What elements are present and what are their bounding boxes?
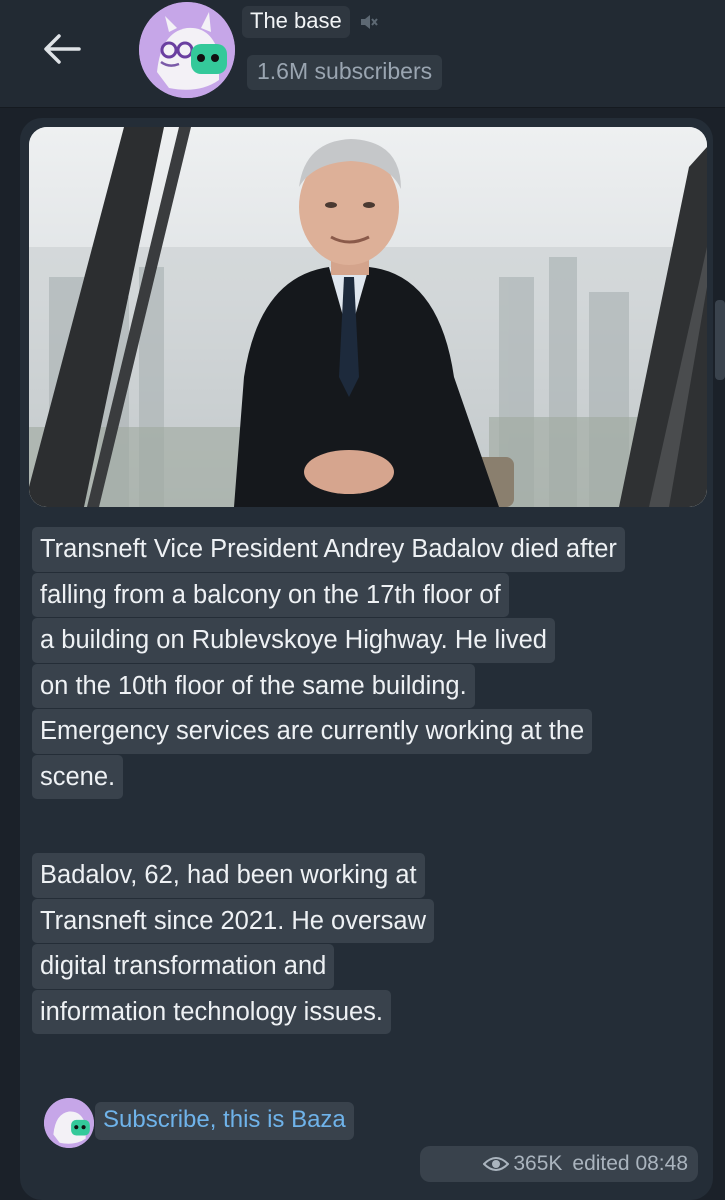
- paragraph-line: falling from a balcony on the 17th floor…: [32, 572, 509, 617]
- paragraph-line: scene.: [32, 754, 124, 799]
- subscribe-link[interactable]: Subscribe, this is Baza: [95, 1102, 354, 1140]
- paragraph-line: Badalov, 62, had been working at: [32, 853, 425, 898]
- view-count-label: 365K: [513, 1152, 563, 1175]
- post-meta: 365K edited 08:48: [420, 1146, 698, 1182]
- paragraph-line: Transneft Vice President Andrey Badalov …: [32, 527, 625, 572]
- channel-avatar-icon: [139, 2, 235, 98]
- scrollbar[interactable]: [715, 300, 725, 380]
- post-photo-image: [29, 127, 707, 507]
- back-button[interactable]: [36, 26, 86, 72]
- paragraph-line: on the 10th floor of the same building.: [32, 663, 475, 708]
- paragraph-line: information technology issues.: [32, 989, 392, 1034]
- paragraph-line: digital transformation and: [32, 944, 335, 989]
- paragraph-line: a building on Rublevskoye Highway. He li…: [32, 618, 555, 663]
- channel-header: The base 1.6M subscribers: [0, 0, 725, 108]
- edited-timestamp: edited 08:48: [572, 1152, 688, 1175]
- footer-avatar[interactable]: [44, 1098, 94, 1148]
- subscriber-count: 1.6M subscribers: [247, 55, 443, 90]
- post-paragraph-2: Badalov, 62, had been working at Transne…: [32, 853, 692, 1035]
- muted-speaker-icon: [361, 15, 378, 29]
- channel-avatar-icon: [44, 1098, 94, 1148]
- paragraph-line: Emergency services are currently working…: [32, 709, 593, 754]
- view-count: 365K: [483, 1152, 562, 1176]
- post-photo[interactable]: [29, 127, 707, 507]
- arrow-left-icon: [44, 34, 81, 64]
- paragraph-line: Transneft since 2021. He oversaw: [32, 898, 434, 943]
- channel-name[interactable]: The base: [242, 6, 350, 38]
- channel-avatar[interactable]: [139, 2, 235, 98]
- post-paragraph-1: Transneft Vice President Andrey Badalov …: [32, 527, 692, 800]
- eye-icon: [483, 1157, 510, 1171]
